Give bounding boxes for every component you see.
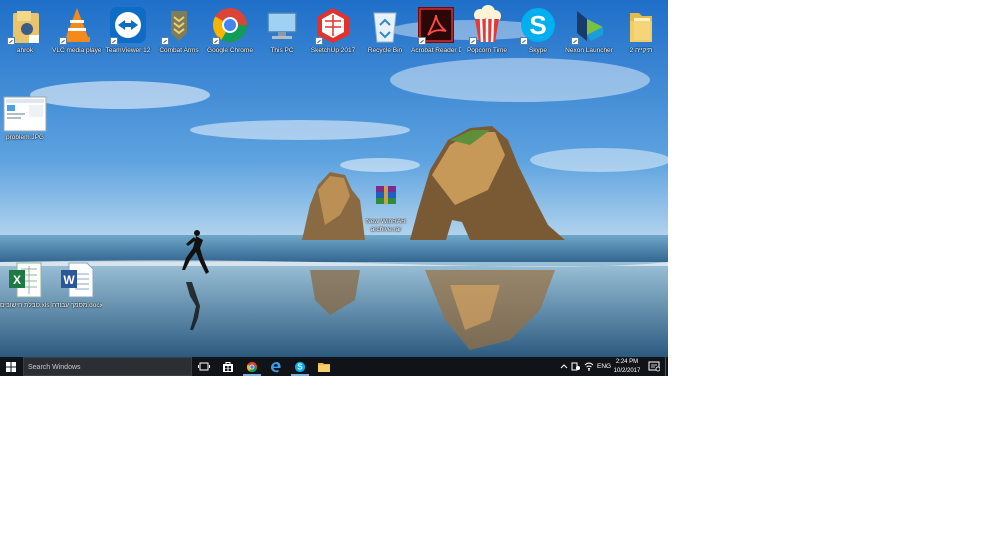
desktop-icon-label: טבלת חישובים.xlsx (0, 302, 50, 309)
clock-time: 2:24 PM (615, 359, 639, 365)
desktop-icon-hebrew-folder[interactable]: תיקייה 2 (616, 3, 666, 55)
task-view-icon (198, 362, 210, 371)
desktop-icon-vlc[interactable]: VLC media player (52, 3, 102, 55)
desktop-icon-nexon-launcher[interactable]: Nexon Launcher (564, 3, 614, 55)
chrome-icon (210, 5, 250, 45)
popcorn-icon (467, 5, 507, 45)
skype-icon: S (294, 361, 306, 372)
desktop-icon-label: מסמך עבודה.docx (52, 302, 102, 309)
teamviewer-icon (108, 5, 148, 45)
folder-icon (621, 5, 661, 45)
desktop-icon-label: Combat Arms (159, 47, 199, 54)
clock[interactable]: 2:24 PM 10/2/2017 (612, 358, 642, 375)
desktop-icon-word-file[interactable]: W מסמך עבודה.docx (52, 258, 102, 310)
show-desktop-button[interactable] (665, 357, 668, 376)
search-input[interactable]: Search Windows (23, 357, 192, 376)
shortcut-arrow-icon (212, 37, 220, 45)
desktop-icon-label: Acrobat Reader DC (411, 47, 461, 54)
word-icon: W (57, 260, 97, 300)
sketchup-icon (313, 5, 353, 45)
desktop-icon-this-pc[interactable]: This PC (257, 3, 307, 55)
running-indicator (243, 374, 261, 376)
nexon-icon (569, 5, 609, 45)
desktop-icon-label: Skype (528, 47, 548, 54)
desktop-icon-label: New WinRAR archive.rar (366, 218, 406, 233)
taskbar-skype[interactable]: S (289, 357, 311, 376)
desktop-icon-acrobat-reader[interactable]: Acrobat Reader DC (411, 3, 461, 55)
shortcut-arrow-icon (418, 37, 426, 45)
tray-app-icon (571, 362, 580, 371)
desktop-icon-google-chrome[interactable]: Google Chrome (205, 3, 255, 55)
shortcut-arrow-icon (161, 37, 169, 45)
network-button[interactable] (584, 357, 594, 376)
shortcut-arrow-icon (59, 37, 67, 45)
desktop-icon-sketchup[interactable]: SketchUp 2017 (308, 3, 358, 55)
desktop-icon-user-folder[interactable]: ahrok (0, 3, 50, 55)
user-folder-icon (5, 5, 45, 45)
taskbar-task-view[interactable] (193, 357, 215, 376)
desktop-screen: ahrok VLC media player TeamViewer 12 Com… (0, 0, 668, 376)
chrome-icon (246, 361, 258, 372)
shortcut-arrow-icon (315, 37, 323, 45)
excel-icon: X (5, 260, 45, 300)
taskbar: Search Windows S ENG 2:24 PM 10/2/2017 (0, 357, 668, 376)
taskbar-edge[interactable] (265, 357, 287, 376)
show-hidden-icons-button[interactable] (560, 357, 568, 376)
taskbar-store[interactable] (217, 357, 239, 376)
computer-icon (262, 5, 302, 45)
desktop-icon-label: VLC media player (52, 47, 102, 54)
svg-text:S: S (529, 10, 546, 40)
recycle-bin-icon (365, 5, 405, 45)
running-indicator (291, 374, 309, 376)
desktop-icon-problem-screenshot[interactable]: problem.JPG (0, 94, 50, 142)
shortcut-arrow-icon (571, 37, 579, 45)
language-indicator[interactable]: ENG (597, 357, 613, 376)
taskbar-file-explorer[interactable] (313, 357, 335, 376)
windows-logo-icon (6, 361, 16, 372)
desktop-icon-label: problem.JPG (6, 134, 44, 141)
desktop-icon-skype[interactable]: S Skype (513, 3, 563, 55)
skype-icon: S (518, 5, 558, 45)
chevron-up-icon (560, 364, 568, 369)
action-center-button[interactable] (648, 357, 662, 376)
notification-icon (648, 361, 661, 372)
wifi-icon (584, 362, 594, 371)
desktop-icon-excel-file[interactable]: X טבלת חישובים.xlsx (0, 258, 50, 310)
desktop-icon-teamviewer[interactable]: TeamViewer 12 (103, 3, 153, 55)
desktop-icon-label: Google Chrome (207, 47, 253, 54)
start-button[interactable] (0, 357, 22, 376)
desktop-icon-label: ahrok (16, 47, 34, 54)
store-icon (223, 361, 233, 372)
clock-date: 10/2/2017 (613, 367, 641, 374)
desktop-icon-popcorn-time[interactable]: Popcorn Time (462, 3, 512, 55)
desktop-icon-label: Popcorn Time (466, 47, 508, 54)
desktop-icon-label: Nexon Launcher (565, 47, 613, 54)
vlc-icon (57, 5, 97, 45)
svg-text:W: W (63, 273, 75, 287)
desktop-icon-combat-arms[interactable]: Combat Arms (154, 3, 204, 55)
desktop-icon-label: This PC (270, 47, 294, 54)
edge-icon (271, 361, 281, 372)
desktop-icon-label: תיקייה 2 (629, 47, 653, 54)
file-explorer-icon (318, 362, 330, 372)
taskbar-chrome[interactable] (241, 357, 263, 376)
shortcut-arrow-icon (520, 37, 528, 45)
svg-text:X: X (13, 273, 21, 287)
svg-text:S: S (297, 362, 302, 371)
desktop-icon-label: SketchUp 2017 (310, 47, 356, 54)
shortcut-arrow-icon (7, 37, 15, 45)
desktop-icon-label: TeamViewer 12 (105, 47, 151, 54)
screenshot-thumbnail-icon (3, 96, 47, 132)
shortcut-arrow-icon (110, 37, 118, 45)
combat-arms-icon (159, 5, 199, 45)
desktop-icon-label: Recycle Bin (367, 47, 403, 54)
shortcut-arrow-icon (469, 37, 477, 45)
desktop-icon-winrar-archive[interactable]: New WinRAR archive.rar (361, 182, 411, 234)
winrar-icon (374, 184, 398, 206)
acrobat-icon (416, 5, 456, 45)
desktop-icon-recycle-bin[interactable]: Recycle Bin (360, 3, 410, 55)
tray-app-button[interactable] (571, 357, 581, 376)
